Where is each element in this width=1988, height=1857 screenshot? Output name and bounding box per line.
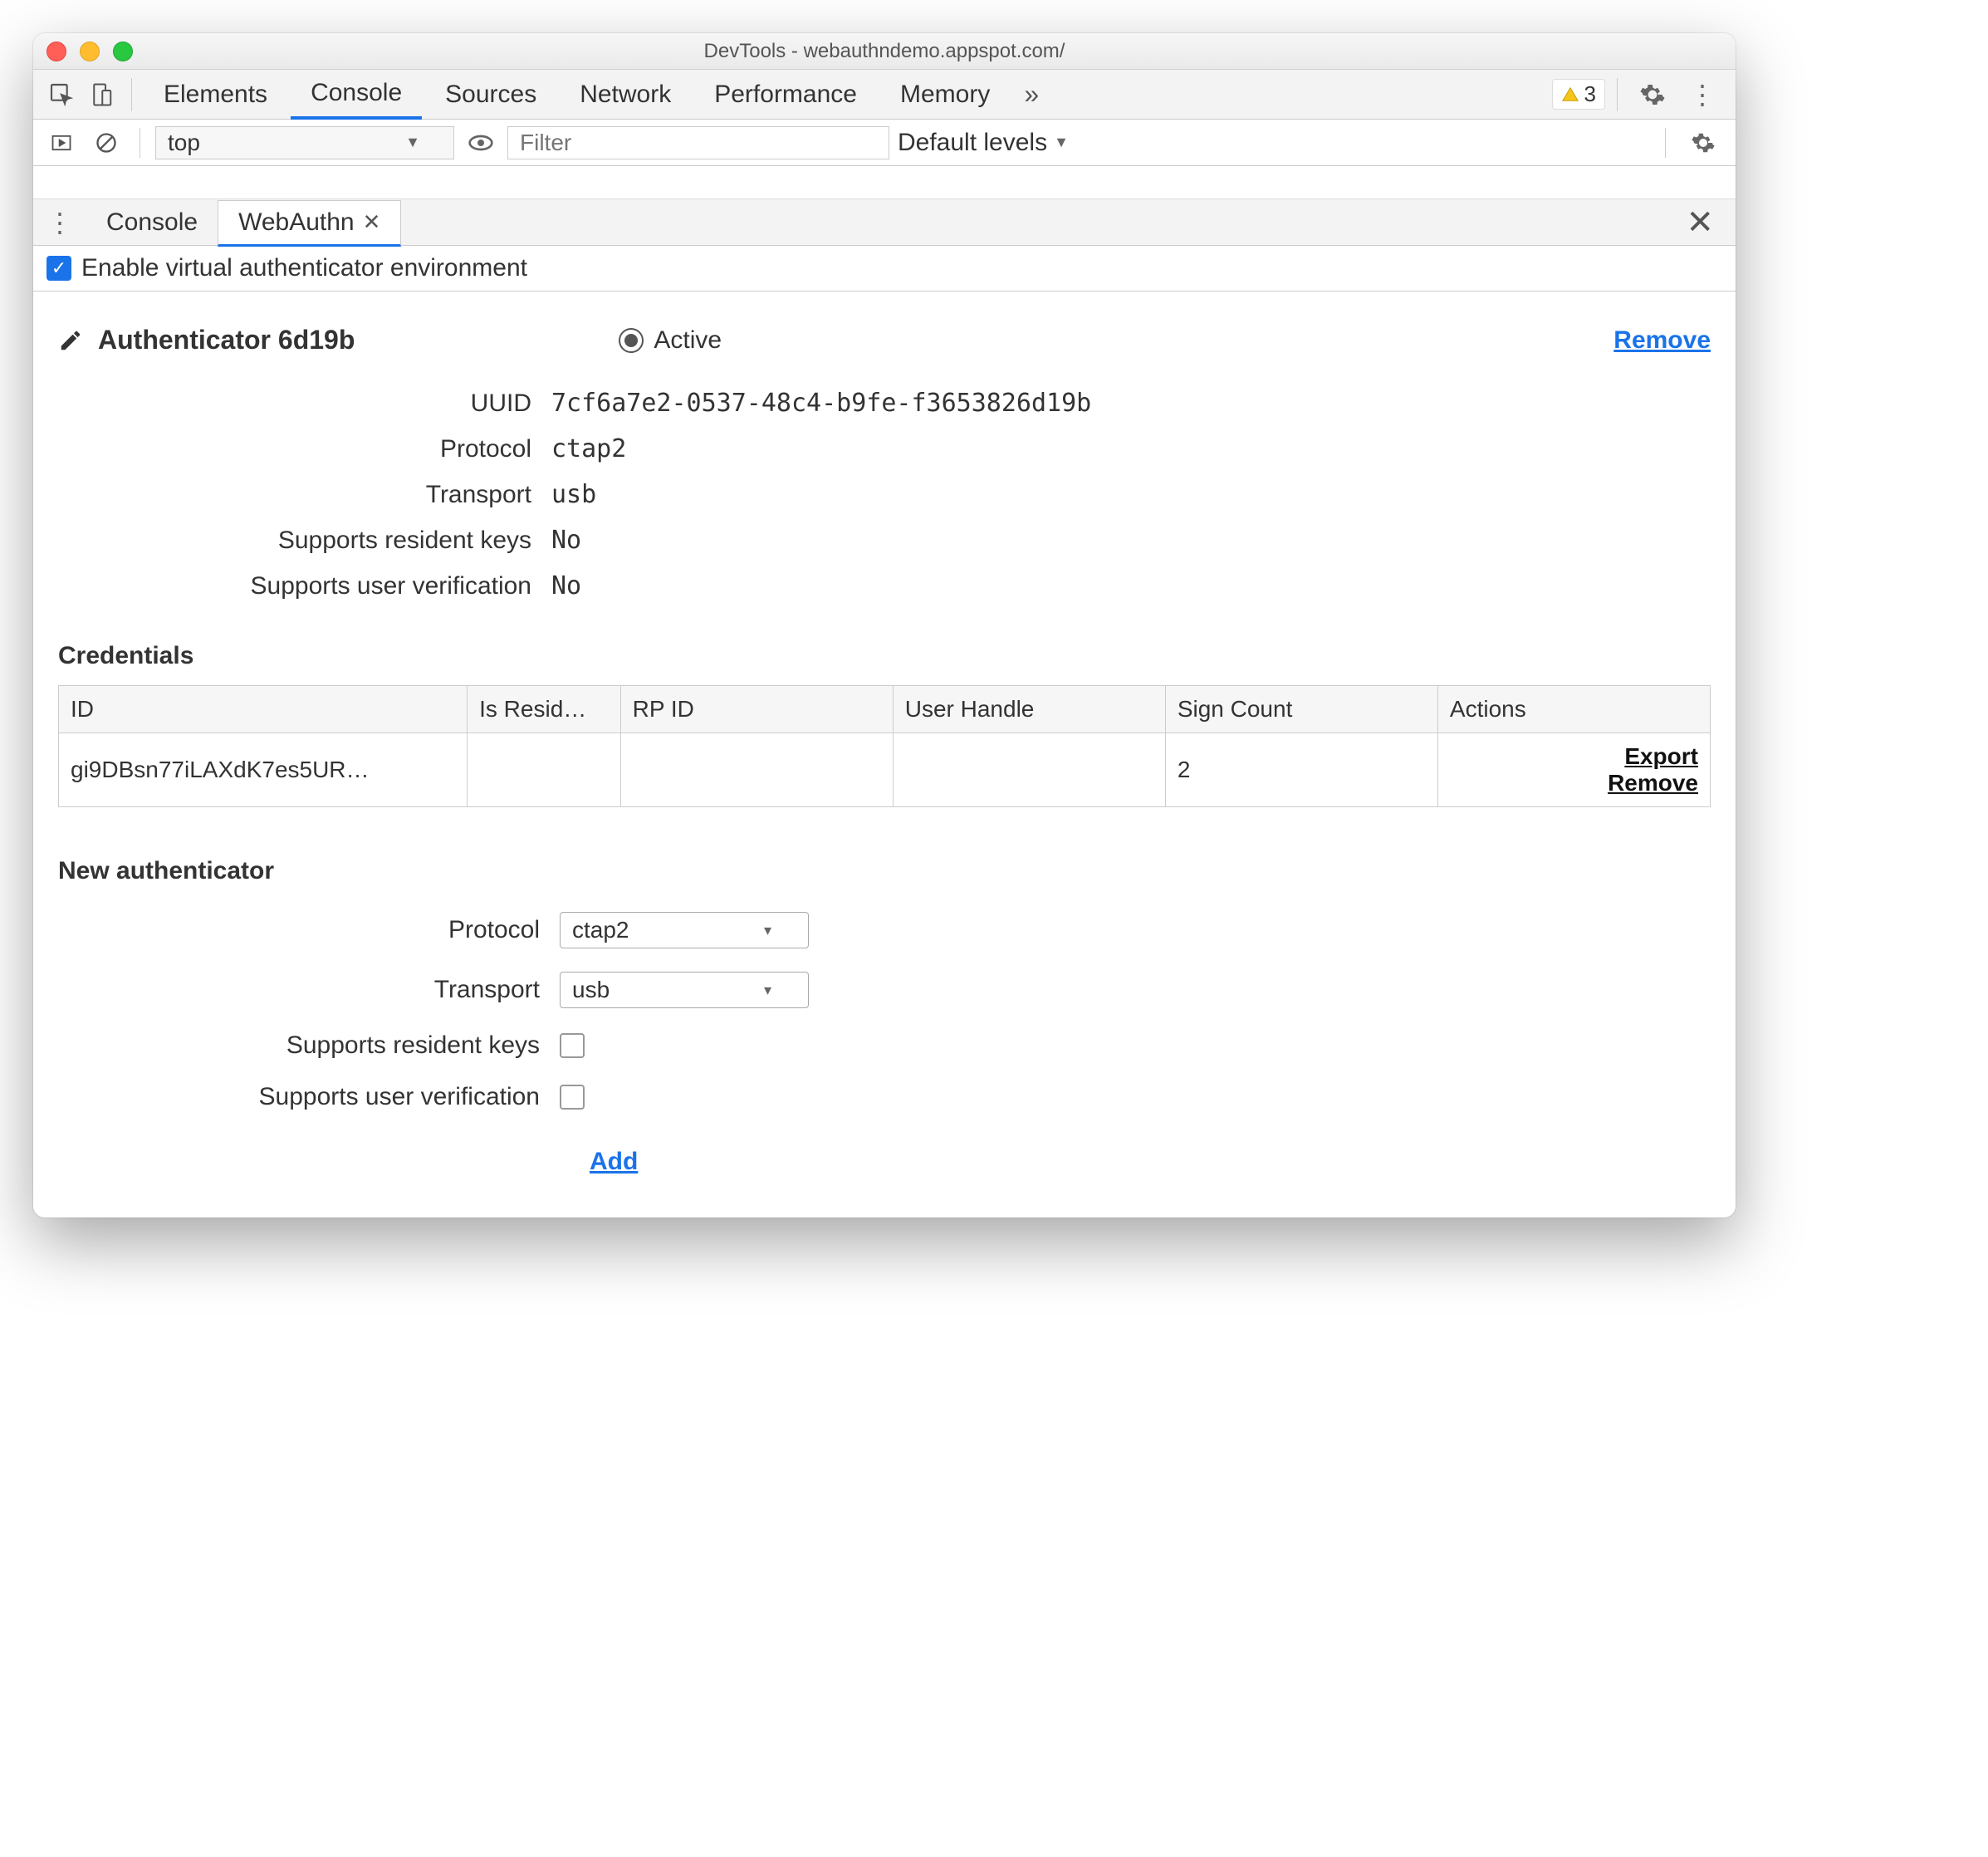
context-select[interactable]: top ▼: [155, 126, 454, 159]
authenticator-properties: UUID 7cf6a7e2-0537-48c4-b9fe-f3653826d19…: [141, 380, 1711, 609]
resident-keys-value: No: [551, 526, 581, 555]
window-title: DevTools - webauthndemo.appspot.com/: [33, 40, 1736, 63]
credentials-table: ID Is Resid… RP ID User Handle Sign Coun…: [58, 685, 1711, 807]
drawer-gap: [33, 166, 1736, 199]
new-resident-checkbox[interactable]: [560, 1033, 585, 1058]
close-drawer-icon[interactable]: ✕: [1671, 203, 1729, 242]
active-radio-group: Active: [619, 326, 722, 355]
drawer-tabbar: ⋮ Console WebAuthn ✕ ✕: [33, 199, 1736, 246]
tab-performance[interactable]: Performance: [694, 70, 877, 120]
new-protocol-select[interactable]: ctap2 ▾: [560, 912, 809, 948]
active-label: Active: [654, 326, 722, 355]
tab-elements[interactable]: Elements: [144, 70, 287, 120]
col-id[interactable]: ID: [59, 686, 468, 733]
uuid-label: UUID: [141, 390, 531, 418]
more-tabs-icon[interactable]: »: [1013, 76, 1050, 113]
new-transport-value: usb: [572, 977, 610, 1003]
new-protocol-value: ctap2: [572, 917, 629, 943]
drawer-tab-console[interactable]: Console: [86, 199, 218, 246]
cell-rpid: [620, 733, 893, 807]
tab-sources[interactable]: Sources: [425, 70, 556, 120]
new-uv-checkbox[interactable]: [560, 1085, 585, 1110]
col-user-handle[interactable]: User Handle: [893, 686, 1165, 733]
protocol-label: Protocol: [141, 435, 531, 463]
chevron-down-icon: ▾: [764, 922, 771, 939]
cell-id: gi9DBsn77iLAXdK7es5UR…: [59, 733, 468, 807]
cell-sign-count: 2: [1165, 733, 1437, 807]
warning-count: 3: [1584, 81, 1596, 107]
device-toolbar-icon[interactable]: [83, 76, 120, 113]
transport-value: usb: [551, 480, 596, 509]
new-transport-select[interactable]: usb ▾: [560, 972, 809, 1008]
col-sign-count[interactable]: Sign Count: [1165, 686, 1437, 733]
cell-is-resident: [468, 733, 621, 807]
tab-memory[interactable]: Memory: [880, 70, 1010, 120]
new-authenticator-heading: New authenticator: [58, 857, 1711, 885]
table-header-row: ID Is Resid… RP ID User Handle Sign Coun…: [59, 686, 1711, 733]
enable-virtual-auth-checkbox[interactable]: ✓: [47, 256, 71, 281]
live-expression-icon[interactable]: [463, 125, 499, 161]
enable-label: Enable virtual authenticator environment: [81, 254, 527, 282]
drawer-menu-icon[interactable]: ⋮: [40, 207, 86, 238]
warnings-badge[interactable]: 3: [1552, 79, 1605, 110]
tab-network[interactable]: Network: [560, 70, 691, 120]
new-resident-label: Supports resident keys: [58, 1031, 540, 1060]
col-actions[interactable]: Actions: [1437, 686, 1710, 733]
authenticator-title: Authenticator 6d19b: [98, 325, 355, 355]
export-credential-link[interactable]: Export: [1450, 743, 1698, 770]
col-rpid[interactable]: RP ID: [620, 686, 893, 733]
more-options-icon[interactable]: ⋮: [1679, 79, 1726, 110]
toggle-sidebar-icon[interactable]: [43, 125, 80, 161]
devtools-window: DevTools - webauthndemo.appspot.com/ Ele…: [33, 33, 1736, 1218]
clear-console-icon[interactable]: [88, 125, 125, 161]
settings-icon[interactable]: [1629, 81, 1676, 108]
webauthn-panel: Authenticator 6d19b Active Remove UUID 7…: [33, 292, 1736, 1218]
titlebar: DevTools - webauthndemo.appspot.com/: [33, 33, 1736, 70]
user-verification-label: Supports user verification: [141, 572, 531, 600]
col-is-resident[interactable]: Is Resid…: [468, 686, 621, 733]
resident-keys-label: Supports resident keys: [141, 527, 531, 555]
levels-label: Default levels: [898, 129, 1047, 157]
remove-authenticator-link[interactable]: Remove: [1613, 326, 1711, 355]
chevron-down-icon: ▼: [405, 134, 420, 151]
new-transport-label: Transport: [58, 976, 540, 1004]
uuid-value: 7cf6a7e2-0537-48c4-b9fe-f3653826d19b: [551, 389, 1091, 418]
cell-user-handle: [893, 733, 1165, 807]
transport-label: Transport: [141, 481, 531, 509]
filter-input[interactable]: [507, 126, 889, 159]
console-toolbar: top ▼ Default levels ▼: [33, 120, 1736, 166]
divider: [1617, 78, 1618, 111]
new-uv-label: Supports user verification: [58, 1083, 540, 1111]
remove-credential-link[interactable]: Remove: [1450, 770, 1698, 796]
drawer-tab-webauthn[interactable]: WebAuthn ✕: [218, 200, 401, 247]
enable-row: ✓ Enable virtual authenticator environme…: [33, 246, 1736, 292]
credentials-heading: Credentials: [58, 642, 1711, 670]
console-settings-icon[interactable]: [1681, 130, 1726, 155]
chevron-down-icon: ▾: [764, 982, 771, 999]
user-verification-value: No: [551, 571, 581, 600]
active-radio[interactable]: [619, 328, 644, 353]
cell-actions: Export Remove: [1437, 733, 1710, 807]
divider: [1665, 128, 1666, 158]
new-authenticator-section: New authenticator Protocol ctap2 ▾ Trans…: [58, 857, 1711, 1176]
inspect-element-icon[interactable]: [43, 76, 80, 113]
context-value: top: [168, 130, 200, 156]
table-row: gi9DBsn77iLAXdK7es5UR… 2 Export Remove: [59, 733, 1711, 807]
edit-icon[interactable]: [58, 328, 83, 353]
divider: [131, 78, 132, 111]
protocol-value: ctap2: [551, 434, 626, 463]
drawer-tab-label: WebAuthn: [238, 208, 355, 237]
chevron-down-icon: ▼: [1054, 134, 1069, 151]
main-tabbar: Elements Console Sources Network Perform…: [33, 70, 1736, 120]
warning-icon: [1561, 86, 1579, 104]
add-authenticator-link[interactable]: Add: [590, 1148, 638, 1176]
new-protocol-label: Protocol: [58, 916, 540, 944]
authenticator-header: Authenticator 6d19b Active Remove: [58, 325, 1711, 355]
log-levels-select[interactable]: Default levels ▼: [898, 129, 1069, 157]
close-tab-icon[interactable]: ✕: [363, 209, 381, 235]
tab-console[interactable]: Console: [291, 70, 422, 120]
drawer-tab-label: Console: [106, 208, 198, 237]
